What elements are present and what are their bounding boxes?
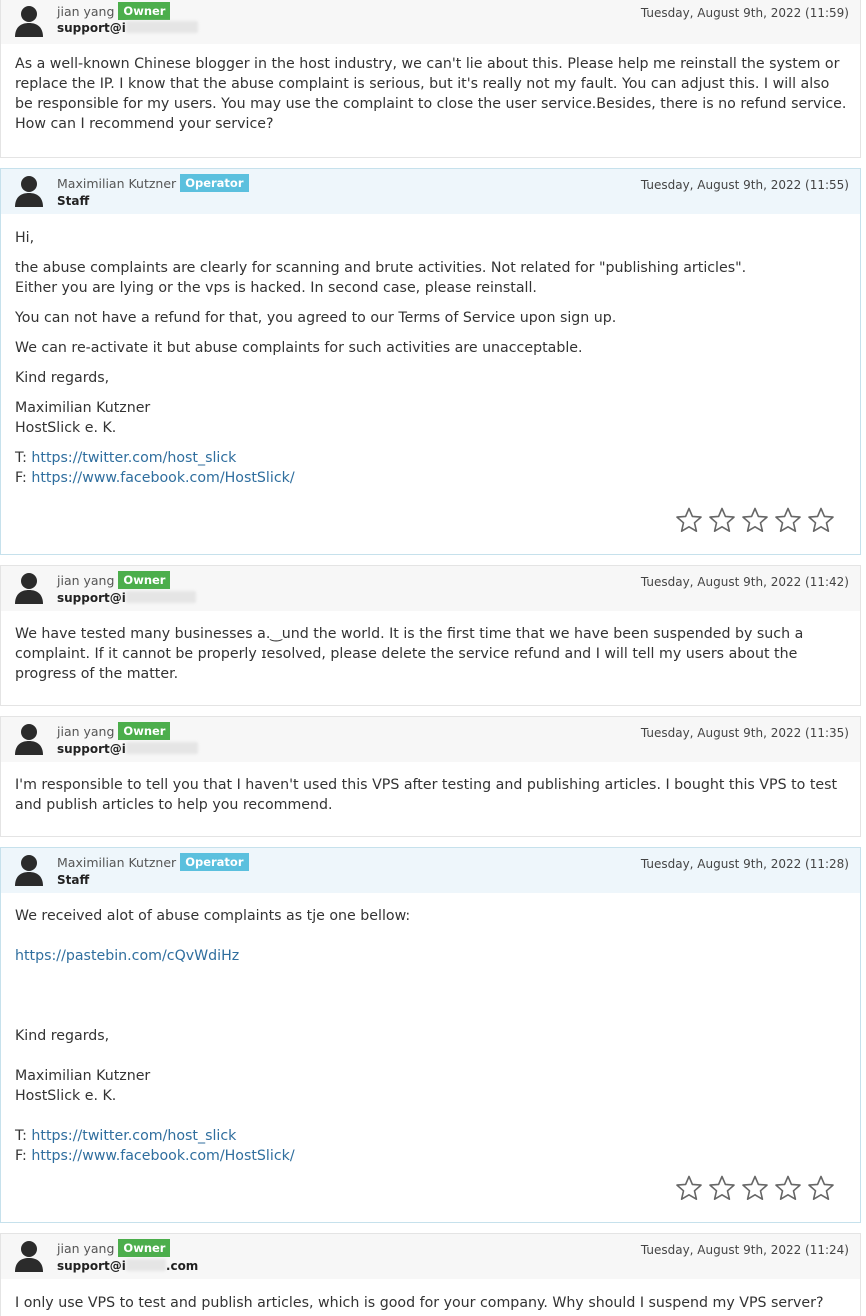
staff-label: Staff [57,873,90,887]
reply-header: Maximilian Kutzner Operator Staff Tuesday… [1,169,860,214]
reply-body: I only use VPS to test and publish artic… [15,1293,848,1313]
message-line: We received alot of abuse complaints as … [15,908,411,924]
reply-header: Maximilian Kutzner Operator Staff Tuesday… [1,848,860,893]
reply-body: We have tested many businesses a.‿und th… [15,624,848,684]
reply-body: I'm responsible to tell you that I haven… [15,775,848,815]
facebook-link[interactable]: https://www.facebook.com/HostSlick/ [31,470,294,486]
reply-header: jian yang Owner support@i Tuesday, August… [1,566,860,611]
pastebin-link[interactable]: https://pastebin.com/cQvWdiHz [15,948,239,964]
facebook-prefix: F: [15,1148,27,1164]
reply-body: Hi, the abuse complaints are clearly for… [15,228,848,488]
author-email: support@i [57,742,126,756]
rating-stars [676,507,834,533]
redaction-blur [125,21,198,33]
star-icon[interactable] [709,507,735,533]
owner-badge: Owner [118,2,171,20]
owner-badge: Owner [118,571,171,589]
reply-date: Tuesday, August 9th, 2022 (11:28) [640,857,849,871]
author-name: jian yang [57,573,115,588]
message-line: the abuse complaints are clearly for sca… [15,260,747,276]
author-email: support@i [57,591,126,605]
signature-name: Maximilian Kutzner [15,1068,151,1084]
facebook-prefix: F: [15,470,27,486]
reply-date: Tuesday, August 9th, 2022 (11:35) [640,726,849,740]
author-name: Maximilian Kutzner [57,855,177,870]
reply-message: jian yang Owner support@i Tuesday, August… [0,565,861,706]
reply-date: Tuesday, August 9th, 2022 (11:59) [640,6,849,20]
star-icon[interactable] [775,1175,801,1201]
message-line: We can re-activate it but abuse complain… [15,340,583,356]
message-text: As a well-known Chinese blogger in the h… [15,56,847,132]
star-icon[interactable] [742,1175,768,1201]
reply-message: jian yang Owner support@i Tuesday, August… [0,716,861,837]
avatar-icon [14,572,44,604]
signature-name: Maximilian Kutzner [15,400,151,416]
star-icon[interactable] [676,507,702,533]
rating-stars [676,1175,834,1201]
twitter-prefix: T: [15,450,27,466]
star-icon[interactable] [808,1175,834,1201]
operator-badge: Operator [180,853,249,871]
owner-badge: Owner [118,722,171,740]
reply-header: jian yang Owner support@i Tuesday, August… [1,717,860,762]
closing: Kind regards, [15,370,110,386]
twitter-prefix: T: [15,1128,27,1144]
signature-company: HostSlick e. K. [15,420,117,436]
reply-message-staff: Maximilian Kutzner Operator Staff Tuesday… [0,847,861,1223]
twitter-link[interactable]: https://twitter.com/host_slick [31,1128,236,1144]
reply-body: As a well-known Chinese blogger in the h… [15,54,848,134]
avatar-icon [14,175,44,207]
redaction-blur [125,1259,166,1271]
message-line: You can not have a refund for that, you … [15,310,617,326]
author-name: Maximilian Kutzner [57,176,177,191]
redaction-blur [125,591,196,603]
author-email: support@i [57,1259,126,1273]
avatar-icon [14,723,44,755]
facebook-link[interactable]: https://www.facebook.com/HostSlick/ [31,1148,294,1164]
avatar-icon [14,1240,44,1272]
author-name: jian yang [57,724,115,739]
avatar-icon [14,5,44,37]
author-email: support@i [57,21,126,35]
star-icon[interactable] [676,1175,702,1201]
staff-label: Staff [57,194,90,208]
star-icon[interactable] [808,507,834,533]
reply-message-staff: Maximilian Kutzner Operator Staff Tuesday… [0,168,861,555]
reply-header: jian yang Owner support@i .com Tuesday, Au… [1,1234,860,1279]
reply-date: Tuesday, August 9th, 2022 (11:55) [640,178,849,192]
author-name: jian yang [57,1241,115,1256]
owner-badge: Owner [118,1239,171,1257]
signature-company: HostSlick e. K. [15,1088,117,1104]
redaction-blur [125,742,198,754]
reply-date: Tuesday, August 9th, 2022 (11:24) [640,1243,849,1257]
message-line: Either you are lying or the vps is hacke… [15,280,537,296]
reply-message: jian yang Owner support@i .com Tuesday, Au… [0,1233,861,1316]
operator-badge: Operator [180,174,249,192]
twitter-link[interactable]: https://twitter.com/host_slick [31,450,236,466]
reply-date: Tuesday, August 9th, 2022 (11:42) [640,575,849,589]
reply-header: jian yang Owner support@i Tuesday, August… [1,0,860,44]
star-icon[interactable] [709,1175,735,1201]
author-email-tail: .com [165,1259,199,1273]
star-icon[interactable] [742,507,768,533]
star-icon[interactable] [775,507,801,533]
reply-body: We received alot of abuse complaints as … [15,906,848,1166]
avatar-icon [14,854,44,886]
closing: Kind regards, [15,1028,110,1044]
message-text: I only use VPS to test and publish artic… [15,1295,824,1311]
greeting: Hi, [15,230,35,246]
message-text: We have tested many businesses a.‿und th… [15,626,804,682]
reply-message: jian yang Owner support@i Tuesday, August… [0,0,861,158]
message-text: I'm responsible to tell you that I haven… [15,777,838,813]
author-name: jian yang [57,4,115,19]
